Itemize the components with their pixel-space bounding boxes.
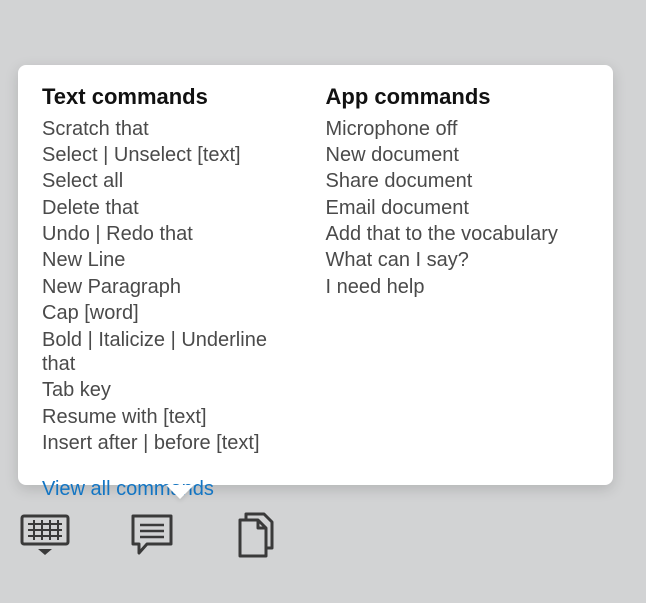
list-item: New Paragraph <box>42 275 306 299</box>
list-item: Bold | Italicize | Underline that <box>42 328 306 377</box>
list-item: Tab key <box>42 378 306 402</box>
app-commands-column: App commands Microphone off New document… <box>326 83 590 458</box>
text-commands-column: Text commands Scratch that Select | Unse… <box>42 83 306 458</box>
list-item: Undo | Redo that <box>42 222 306 246</box>
documents-icon <box>234 512 278 558</box>
list-item: Share document <box>326 169 590 193</box>
list-item: What can I say? <box>326 248 590 272</box>
keyboard-button[interactable] <box>20 514 70 556</box>
list-item: Insert after | before [text] <box>42 431 306 455</box>
commands-columns: Text commands Scratch that Select | Unse… <box>42 83 589 458</box>
commands-button[interactable] <box>130 513 174 557</box>
list-item: Delete that <box>42 196 306 220</box>
list-item: New Line <box>42 248 306 272</box>
commands-popup: Text commands Scratch that Select | Unse… <box>18 65 613 485</box>
app-commands-list: Microphone off New document Share docume… <box>326 117 590 300</box>
text-commands-list: Scratch that Select | Unselect [text] Se… <box>42 117 306 456</box>
bottom-toolbar <box>20 512 278 558</box>
list-item: Select | Unselect [text] <box>42 143 306 167</box>
list-item: Email document <box>326 196 590 220</box>
list-item: Select all <box>42 169 306 193</box>
list-item: New document <box>326 143 590 167</box>
list-item: Resume with [text] <box>42 405 306 429</box>
list-item: Cap [word] <box>42 301 306 325</box>
documents-button[interactable] <box>234 512 278 558</box>
chat-lines-icon <box>130 513 174 557</box>
list-item: Microphone off <box>326 117 590 141</box>
list-item: I need help <box>326 275 590 299</box>
view-all-commands-link[interactable]: View all commands <box>42 478 214 501</box>
text-commands-heading: Text commands <box>42 83 306 111</box>
list-item: Scratch that <box>42 117 306 141</box>
app-commands-heading: App commands <box>326 83 590 111</box>
list-item: Add that to the vocabulary <box>326 222 590 246</box>
keyboard-icon <box>20 514 70 556</box>
